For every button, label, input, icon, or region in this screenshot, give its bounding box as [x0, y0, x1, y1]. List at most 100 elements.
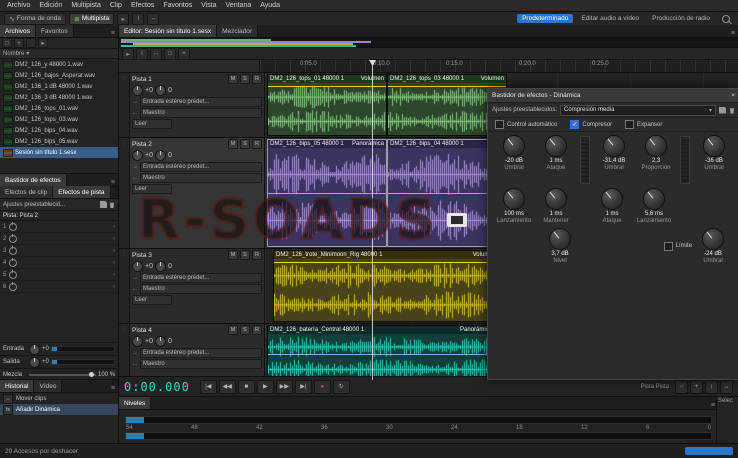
marquee-tool-icon[interactable]: □ [164, 47, 176, 60]
move-tool-icon[interactable]: ▸ [117, 12, 130, 25]
waveform-mode-button[interactable]: ∿ Forma de onda [4, 12, 66, 25]
audio-clip[interactable]: DM2_126_trote_Minimoon_Rig 48000 1 Volume… [273, 250, 499, 322]
workspace-radio-production-button[interactable]: Producción de radio [647, 14, 715, 23]
track-3-header[interactable]: Pista 3 M S R +0 0 → Entrada estéreo pred… [130, 249, 265, 323]
menu-archivo[interactable]: Archivo [7, 2, 30, 9]
stop-button[interactable]: ■ [237, 379, 255, 394]
grabber-tool-icon[interactable]: ▸ [122, 47, 134, 60]
automation-mode-select[interactable]: Leer [132, 184, 172, 194]
zoom-vertical-icon[interactable]: ↕ [705, 379, 718, 394]
panel-menu-icon[interactable]: ≡ [108, 30, 118, 37]
effect-slot[interactable]: 6 › [0, 281, 118, 293]
file-row[interactable]: DM2_136_3 dB 48000 1.wav [0, 92, 118, 103]
tab-bastidor-efectos[interactable]: Bastidor de efectos [0, 174, 67, 186]
save-preset-icon[interactable] [719, 106, 726, 114]
effect-slot[interactable]: 1 › [0, 221, 118, 233]
solo-button[interactable]: S [240, 250, 250, 260]
power-icon[interactable] [9, 269, 18, 279]
volume-knob[interactable] [132, 336, 143, 347]
zoom-out-icon[interactable]: − [675, 379, 688, 394]
arm-record-button[interactable]: R [252, 325, 262, 335]
track-side-strip[interactable]: ⋮ [119, 249, 130, 323]
hold-knob[interactable] [545, 188, 567, 210]
automation-mode-select[interactable]: Leer [132, 295, 172, 305]
arm-record-button[interactable]: R [252, 74, 262, 84]
skip-start-button[interactable]: |◀ [199, 379, 217, 394]
history-item[interactable]: ↔ Mover clips [0, 393, 118, 404]
menu-ayuda[interactable]: Ayuda [260, 2, 280, 9]
tab-niveles[interactable]: Niveles [119, 397, 152, 409]
solo-button[interactable]: S [240, 139, 250, 149]
mute-button[interactable]: M [228, 74, 238, 84]
autogate-checkbox[interactable]: Control automático [495, 120, 557, 129]
file-row[interactable]: DM2_126_tops_01.wav [0, 103, 118, 114]
menu-efectos[interactable]: Efectos [131, 2, 154, 9]
output-level-knob[interactable] [549, 228, 571, 250]
tab-favoritos[interactable]: Favoritos [35, 25, 74, 37]
history-item-selected[interactable]: fx Añadir Dinámica [0, 404, 118, 415]
timeline-ruler[interactable]: 0:05.0 0:10.0 0:15.0 0:20.0 0:25.0 [119, 60, 738, 73]
record-button[interactable]: ● [313, 379, 331, 394]
effect-slot[interactable]: 3 › [0, 245, 118, 257]
output-gain-knob[interactable] [29, 356, 40, 368]
power-icon[interactable] [9, 257, 18, 267]
track-input-select[interactable]: Entrada estéreo predet... [140, 348, 262, 358]
menu-clip[interactable]: Clip [110, 2, 122, 9]
mute-button[interactable]: M [228, 325, 238, 335]
workspace-default-button[interactable]: Predeterminado [517, 14, 574, 23]
fast-forward-button[interactable]: ▶▶ [275, 379, 293, 394]
zoom-in-icon[interactable]: + [690, 379, 703, 394]
mute-button[interactable]: M [228, 139, 238, 149]
pan-knob[interactable] [154, 150, 166, 161]
limiter-checkbox[interactable]: Límite [663, 241, 692, 251]
volume-knob[interactable] [132, 85, 143, 96]
automation-mode-select[interactable]: Leer [132, 119, 172, 129]
menu-ventana[interactable]: Ventana [226, 2, 252, 9]
panel-menu-icon[interactable]: ≡ [108, 179, 118, 186]
tab-efectos-clip[interactable]: Efectos de clip [0, 186, 54, 198]
effect-slot[interactable]: 4 › [0, 257, 118, 269]
threshold-knob[interactable] [603, 135, 625, 157]
file-row-selected[interactable]: Sesión sin título 1.sesx [0, 147, 118, 158]
play-button[interactable]: ▶ [256, 379, 274, 394]
track-output-select[interactable]: Maestro [140, 284, 262, 294]
preset-select[interactable]: Compresión media ▾ [560, 104, 716, 116]
release-knob[interactable] [643, 188, 665, 210]
track-4-header[interactable]: Pista 4 M S R +0 0 → Entrada estéreo pred… [130, 324, 265, 384]
tab-historial[interactable]: Historial [0, 380, 35, 392]
pan-envelope-line[interactable] [268, 354, 494, 355]
expander-checkbox[interactable]: Expansor [625, 120, 662, 129]
tab-editor-session[interactable]: Editor: Sesión sin título 1.sesx [119, 25, 218, 37]
search-icon[interactable] [722, 14, 730, 23]
attack-knob[interactable] [545, 135, 567, 157]
menu-edicion[interactable]: Edición [39, 2, 62, 9]
tab-mezclador[interactable]: Mezclador [217, 25, 259, 37]
limiter-threshold-knob[interactable] [702, 228, 724, 250]
new-file-icon[interactable]: + [14, 38, 24, 48]
power-icon[interactable] [9, 233, 18, 243]
input-gain-knob[interactable] [29, 343, 40, 355]
pan-knob[interactable] [154, 85, 166, 96]
solo-button[interactable]: S [240, 325, 250, 335]
slip-tool-icon[interactable]: ↔ [150, 47, 162, 60]
panel-menu-icon[interactable]: ≡ [108, 385, 118, 392]
multitrack-mode-button[interactable]: ≣ Multipista [68, 12, 115, 25]
workspace-edit-audio-video-button[interactable]: Editar audio a vídeo [576, 14, 644, 23]
add-track-icon[interactable]: + [178, 47, 190, 60]
attack-knob[interactable] [601, 188, 623, 210]
razor-tool-icon[interactable]: I [136, 47, 148, 60]
save-preset-icon[interactable] [100, 201, 107, 208]
track-1-header[interactable]: Pista 1 M S R +0 0 → Entrada estéreo pred… [130, 73, 265, 137]
ratio-knob[interactable] [645, 135, 667, 157]
threshold-knob[interactable] [503, 135, 525, 157]
list-view-icon[interactable] [26, 38, 36, 48]
track-side-strip[interactable]: ⋮ [119, 73, 130, 137]
threshold-knob[interactable] [703, 135, 725, 157]
volume-envelope-line[interactable] [388, 86, 506, 87]
pan-knob[interactable] [154, 261, 166, 272]
arm-record-button[interactable]: R [252, 139, 262, 149]
track-output-select[interactable]: Maestro [140, 108, 262, 118]
track-output-select[interactable]: Maestro [140, 359, 262, 369]
track-input-select[interactable]: Entrada estéreo predet... [140, 97, 262, 107]
power-icon[interactable] [9, 245, 18, 255]
